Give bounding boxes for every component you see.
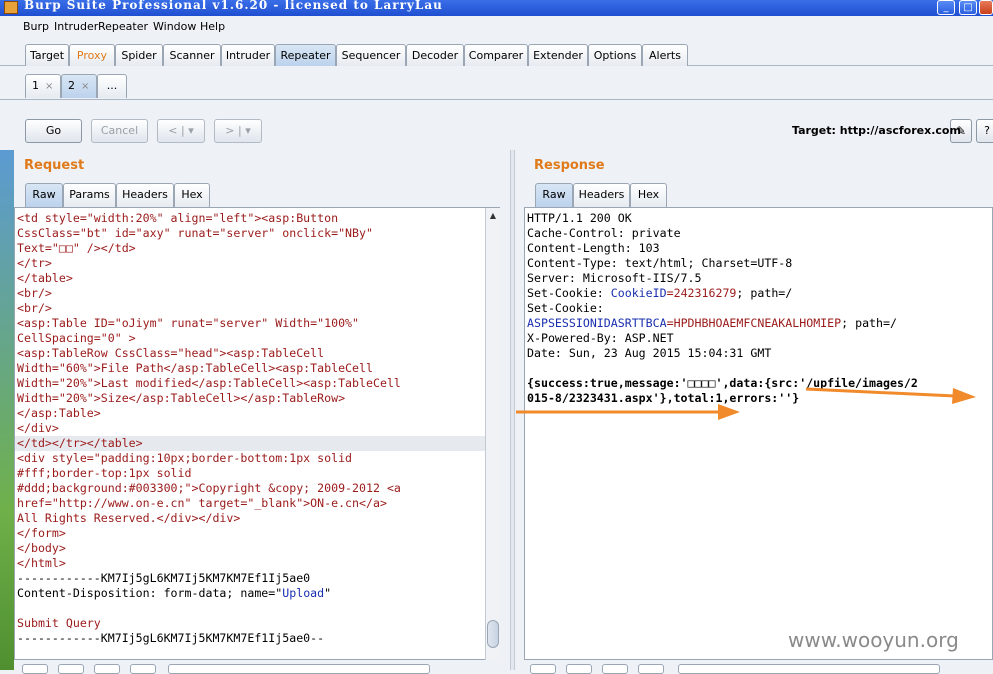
annotation-arrows bbox=[516, 387, 976, 420]
response-search-input[interactable] bbox=[678, 664, 940, 674]
next-mini-button[interactable] bbox=[638, 664, 664, 674]
next-mini-button[interactable] bbox=[130, 664, 156, 674]
arrow-head bbox=[718, 404, 740, 420]
help-mini-button[interactable] bbox=[530, 664, 556, 674]
add-mini-button[interactable] bbox=[94, 664, 120, 674]
prev-mini-button[interactable] bbox=[58, 664, 84, 674]
arrow-head bbox=[952, 388, 976, 404]
watermark: www.wooyun.org bbox=[788, 628, 959, 652]
arrow-shaft bbox=[805, 387, 956, 398]
help-mini-button[interactable] bbox=[22, 664, 48, 674]
add-mini-button[interactable] bbox=[602, 664, 628, 674]
request-search-input[interactable] bbox=[168, 664, 430, 674]
prev-mini-button[interactable] bbox=[566, 664, 592, 674]
